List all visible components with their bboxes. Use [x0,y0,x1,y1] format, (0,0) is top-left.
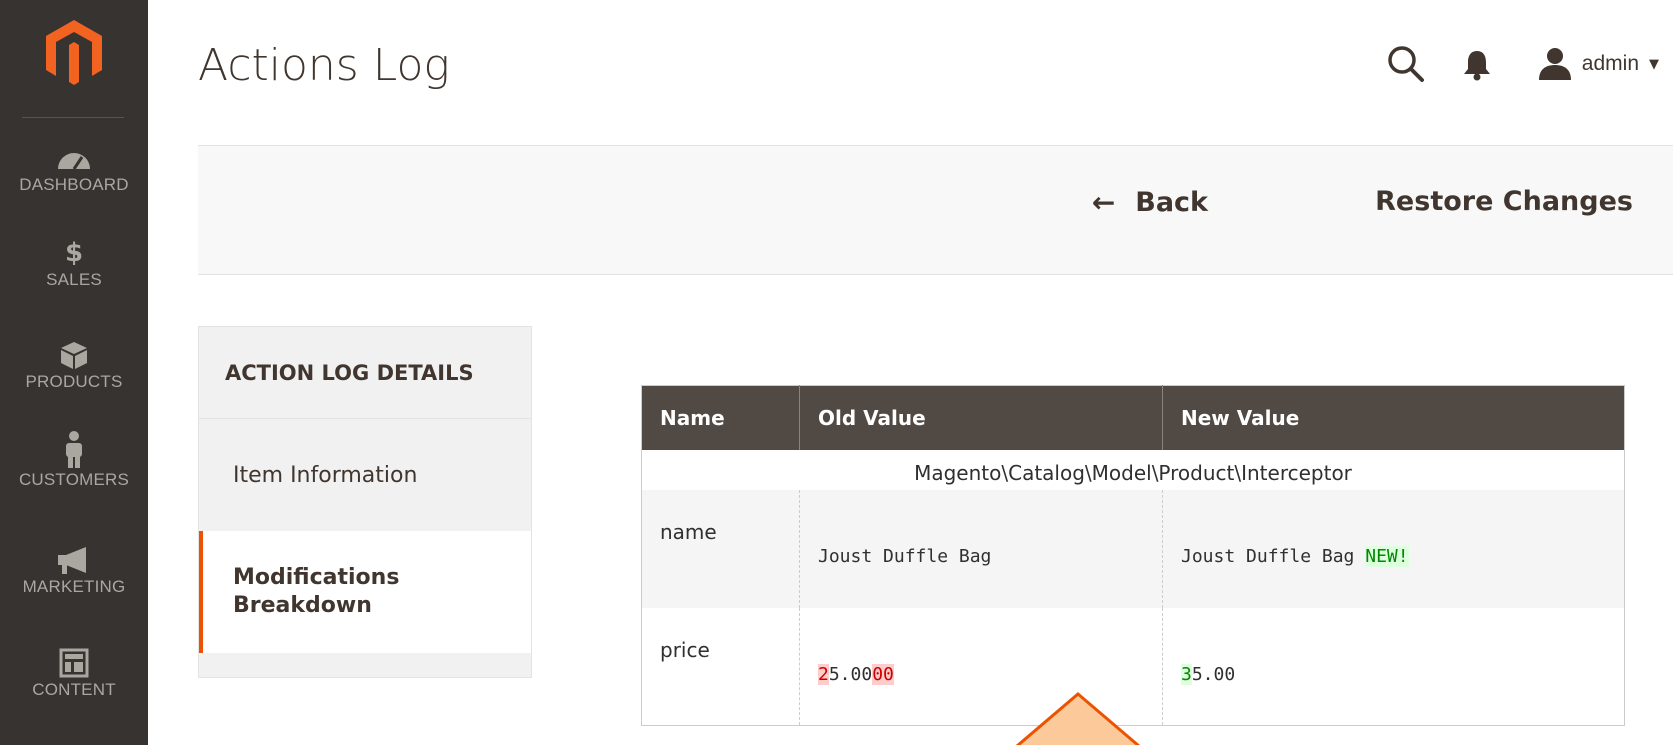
header-actions: admin ▼ [1386,44,1659,84]
column-header-name: Name [641,385,800,450]
user-avatar-icon[interactable] [1536,47,1574,81]
field-name-cell: name [641,489,800,608]
sidebar-item-label: CONTENT [32,680,116,699]
new-value: 35.00 [1181,663,1236,685]
page-actions-bar: ← Back Restore Changes [198,145,1673,275]
back-button-label: Back [1135,187,1208,218]
layout-icon [59,648,89,678]
user-menu-label[interactable]: admin [1582,52,1639,76]
sidebar-item-label: SALES [46,270,102,289]
sidebar-item-content[interactable]: CONTENT [0,648,148,700]
column-header-old-value: Old Value [799,385,1163,450]
page-title: Actions Log [198,40,450,91]
sidebar-divider [22,117,124,118]
diff-deletion: 2 [818,663,829,685]
tab-item-information[interactable]: Item Information [199,419,531,531]
sidebar-item-marketing[interactable]: MARKETING [0,545,148,597]
arrow-left-icon: ← [1091,186,1116,219]
diff-deletion: 00 [872,663,894,685]
sidebar-item-dashboard[interactable]: DASHBOARD [0,145,148,195]
field-name-cell: price [641,607,800,726]
old-value: Joust Duffle Bag [818,546,991,567]
restore-changes-button[interactable]: Restore Changes [1375,186,1633,217]
diff-unchanged: Joust Duffle Bag [818,545,992,567]
person-icon [66,431,82,468]
new-value: Joust Duffle Bag NEW! [1181,545,1409,567]
megaphone-icon [58,547,86,574]
old-value: 25.0000 [818,663,894,685]
admin-sidebar: DASHBOARD $ SALES PRODUCTS CUSTOMERS MAR… [0,0,148,745]
diff-insertion: 3 [1181,663,1192,685]
diff-insertion: NEW! [1365,545,1409,567]
pointer-triangle-marker [1015,692,1141,745]
old-value-cell: Joust Duffle Bag [799,489,1163,608]
bell-icon[interactable] [1460,47,1494,81]
action-log-tabs: ACTION LOG DETAILS Item Information Modi… [198,326,532,678]
table-header-row: Name Old Value New Value [641,385,1625,450]
sidebar-item-label: PRODUCTS [25,372,123,391]
entity-class-row: Magento\Catalog\Model\Product\Intercepto… [641,449,1625,490]
diff-unchanged: Joust Duffle Bag [1181,545,1366,567]
dashboard-icon [58,153,90,170]
search-icon[interactable] [1386,44,1426,84]
diff-unchanged: 5.00 [828,663,873,685]
sidebar-item-label: MARKETING [22,577,126,596]
new-value-cell: Joust Duffle Bag NEW! [1162,489,1625,608]
tabs-heading: ACTION LOG DETAILS [199,327,531,419]
diff-unchanged: 5.00 [1191,663,1236,685]
table-row: name Joust Duffle Bag Joust Duffle Bag N… [641,489,1625,608]
dollar-icon: $ [64,238,84,268]
tab-modifications-breakdown[interactable]: Modifications Breakdown [199,531,531,653]
field-name: price [660,637,710,662]
column-header-new-value: New Value [1162,385,1625,450]
chevron-down-icon[interactable]: ▼ [1649,57,1659,72]
sidebar-item-label: DASHBOARD [19,175,129,194]
modifications-table: Name Old Value New Value Magento\Catalog… [641,385,1625,726]
cube-icon [61,342,87,369]
new-value-cell: 35.00 [1163,608,1625,726]
back-button[interactable]: ← Back [1092,186,1208,219]
sidebar-item-sales[interactable]: $ SALES [0,238,148,290]
sidebar-item-customers[interactable]: CUSTOMERS [0,430,148,490]
sidebar-item-label: CUSTOMERS [18,470,130,489]
sidebar-item-products[interactable]: PRODUCTS [0,340,148,392]
field-name: name [660,519,717,544]
magento-logo-icon[interactable] [40,18,108,86]
entity-class-name: Magento\Catalog\Model\Product\Intercepto… [641,449,1625,490]
